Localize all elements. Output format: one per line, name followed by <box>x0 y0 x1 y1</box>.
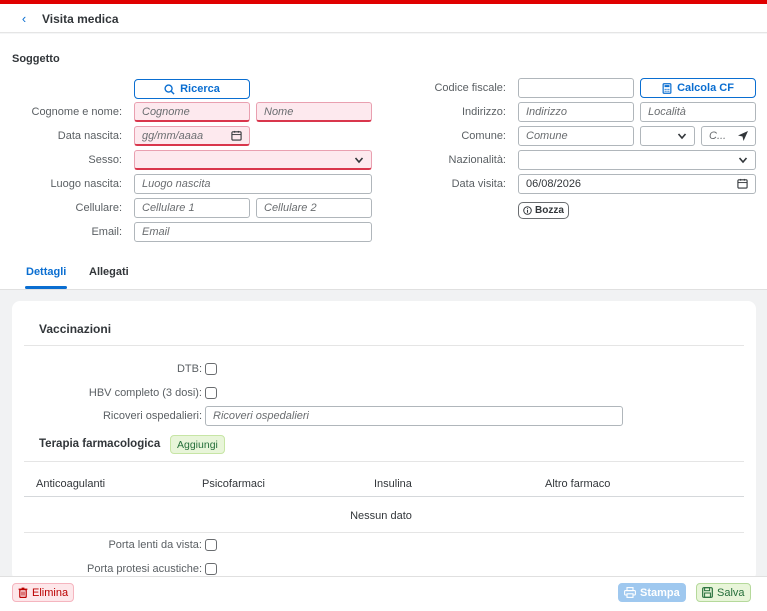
data-nascita-input[interactable]: gg/mm/aaaa <box>134 126 250 146</box>
save-icon <box>702 587 713 598</box>
search-button[interactable]: Ricerca <box>134 79 250 99</box>
indirizzo-input[interactable]: Indirizzo <box>518 102 634 122</box>
sesso-select[interactable] <box>134 150 372 170</box>
label-nazionalita: Nazionalità: <box>448 154 506 166</box>
calcola-cf-button[interactable]: Calcola CF <box>640 78 756 98</box>
comune-input[interactable]: Comune <box>518 126 634 146</box>
delete-button[interactable]: Elimina <box>12 583 75 602</box>
label-codice-fiscale: Codice fiscale: <box>434 82 506 94</box>
data-visita-input[interactable]: 06/08/2026 <box>518 174 756 194</box>
chevron-down-icon <box>677 133 687 140</box>
print-button-label: Stampa <box>640 586 680 599</box>
data-nascita-placeholder: gg/mm/aaaa <box>142 129 204 142</box>
tab-dettagli[interactable]: Dettagli <box>26 266 66 278</box>
ricoveri-input[interactable]: Ricoveri ospedalieri <box>205 406 623 426</box>
cellulare1-placeholder: Cellulare 1 <box>142 202 195 214</box>
label-email: Email: <box>91 226 122 238</box>
label-cognome-nome: Cognome e nome: <box>31 106 123 118</box>
page-title: Visita medica <box>42 12 119 26</box>
section-title-vaccinazioni: Vaccinazioni <box>39 322 112 336</box>
section-title-terapia: Terapia farmacologica <box>39 438 161 450</box>
cognome-placeholder: Cognome <box>142 105 190 118</box>
subject-section: Soggetto Ricerca Cognome e nome: Cognome… <box>0 34 767 254</box>
cap-input[interactable]: C... <box>701 126 756 146</box>
label-data-visita: Data visita: <box>451 178 506 190</box>
tab-bar: Dettagli Allegati <box>0 254 767 290</box>
chevron-down-icon <box>738 157 748 164</box>
nazionalita-select[interactable] <box>518 150 756 170</box>
comune-placeholder: Comune <box>526 130 568 142</box>
label-lenti: Porta lenti da vista: <box>108 539 202 551</box>
divider <box>24 345 744 346</box>
tab-allegati[interactable]: Allegati <box>89 266 129 278</box>
back-button[interactable]: ‹ <box>16 11 32 27</box>
printer-icon <box>624 587 636 598</box>
localita-placeholder: Località <box>648 106 686 118</box>
luogo-nascita-placeholder: Luogo nascita <box>142 178 211 190</box>
chevron-down-icon <box>354 157 364 164</box>
label-protesi: Porta protesi acustiche: <box>87 563 202 575</box>
label-cellulare: Cellulare: <box>75 202 122 214</box>
luogo-nascita-input[interactable]: Luogo nascita <box>134 174 372 194</box>
divider <box>24 461 744 462</box>
codice-fiscale-input[interactable] <box>518 78 634 98</box>
trash-icon <box>18 587 28 598</box>
calcola-cf-label: Calcola CF <box>677 82 734 94</box>
ricoveri-placeholder: Ricoveri ospedalieri <box>213 410 309 422</box>
print-button[interactable]: Stampa <box>618 583 686 602</box>
data-visita-value: 06/08/2026 <box>526 178 582 190</box>
nome-input[interactable]: Nome <box>256 102 372 122</box>
calendar-icon[interactable] <box>737 178 748 189</box>
footer-toolbar: Elimina Stampa Salva <box>0 576 767 611</box>
label-sesso: Sesso: <box>88 154 122 166</box>
column-header-psicofarmaci: Psicofarmaci <box>202 478 265 490</box>
status-badge: Bozza <box>518 202 569 219</box>
cellulare1-input[interactable]: Cellulare 1 <box>134 198 250 218</box>
empty-table-message: Nessun dato <box>350 510 412 522</box>
divider <box>24 532 744 533</box>
protesi-checkbox[interactable] <box>205 563 217 575</box>
localita-input[interactable]: Località <box>640 102 756 122</box>
label-ricoveri: Ricoveri ospedalieri: <box>102 410 202 422</box>
hbv-checkbox[interactable] <box>205 387 217 399</box>
search-button-label: Ricerca <box>180 83 220 95</box>
label-data-nascita: Data nascita: <box>57 130 122 142</box>
info-icon <box>523 206 532 215</box>
lenti-checkbox[interactable] <box>205 539 217 551</box>
email-placeholder: Email <box>142 226 170 238</box>
indirizzo-placeholder: Indirizzo <box>526 106 567 118</box>
location-arrow-icon[interactable] <box>738 131 748 141</box>
delete-button-label: Elimina <box>32 586 69 599</box>
dtb-checkbox[interactable] <box>205 363 217 375</box>
label-hbv: HBV completo (3 dosi): <box>88 387 202 399</box>
add-therapy-button[interactable]: Aggiungi <box>170 435 225 454</box>
save-button[interactable]: Salva <box>696 583 751 602</box>
column-header-anticoagulanti: Anticoagulanti <box>36 478 106 490</box>
cap-placeholder: C... <box>709 130 727 142</box>
label-comune: Comune: <box>461 130 506 142</box>
page-header: ‹ Visita medica <box>0 4 767 33</box>
search-icon <box>164 83 175 95</box>
cellulare2-placeholder: Cellulare 2 <box>264 202 317 214</box>
details-card: Vaccinazioni DTB: HBV completo (3 dosi):… <box>12 301 756 581</box>
email-input[interactable]: Email <box>134 222 372 242</box>
nome-placeholder: Nome <box>264 105 294 118</box>
cognome-input[interactable]: Cognome <box>134 102 250 122</box>
provincia-select[interactable] <box>640 126 695 146</box>
column-header-altro-farmaco: Altro farmaco <box>545 478 611 490</box>
label-dtb: DTB: <box>176 363 202 375</box>
label-luogo-nascita: Luogo nascita: <box>50 178 122 190</box>
label-indirizzo: Indirizzo: <box>461 106 506 118</box>
cellulare2-input[interactable]: Cellulare 2 <box>256 198 372 218</box>
active-tab-indicator <box>25 286 67 289</box>
calculator-icon <box>662 82 672 94</box>
chevron-left-icon: ‹ <box>21 11 27 26</box>
divider <box>24 496 744 497</box>
section-title-soggetto: Soggetto <box>12 53 60 65</box>
calendar-icon[interactable] <box>231 130 242 141</box>
status-badge-label: Bozza <box>535 205 564 216</box>
save-button-label: Salva <box>717 586 745 599</box>
column-header-insulina: Insulina <box>374 478 412 490</box>
